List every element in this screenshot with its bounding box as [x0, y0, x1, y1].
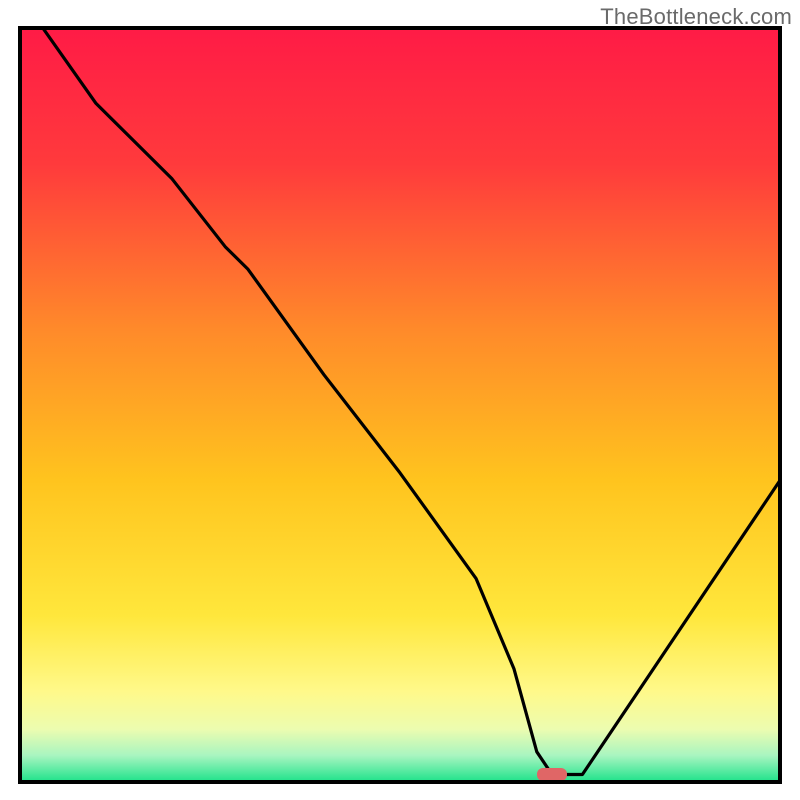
bottleneck-chart: [0, 0, 800, 800]
chart-container: TheBottleneck.com: [0, 0, 800, 800]
optimal-marker: [537, 768, 567, 781]
watermark-text: TheBottleneck.com: [600, 4, 792, 30]
